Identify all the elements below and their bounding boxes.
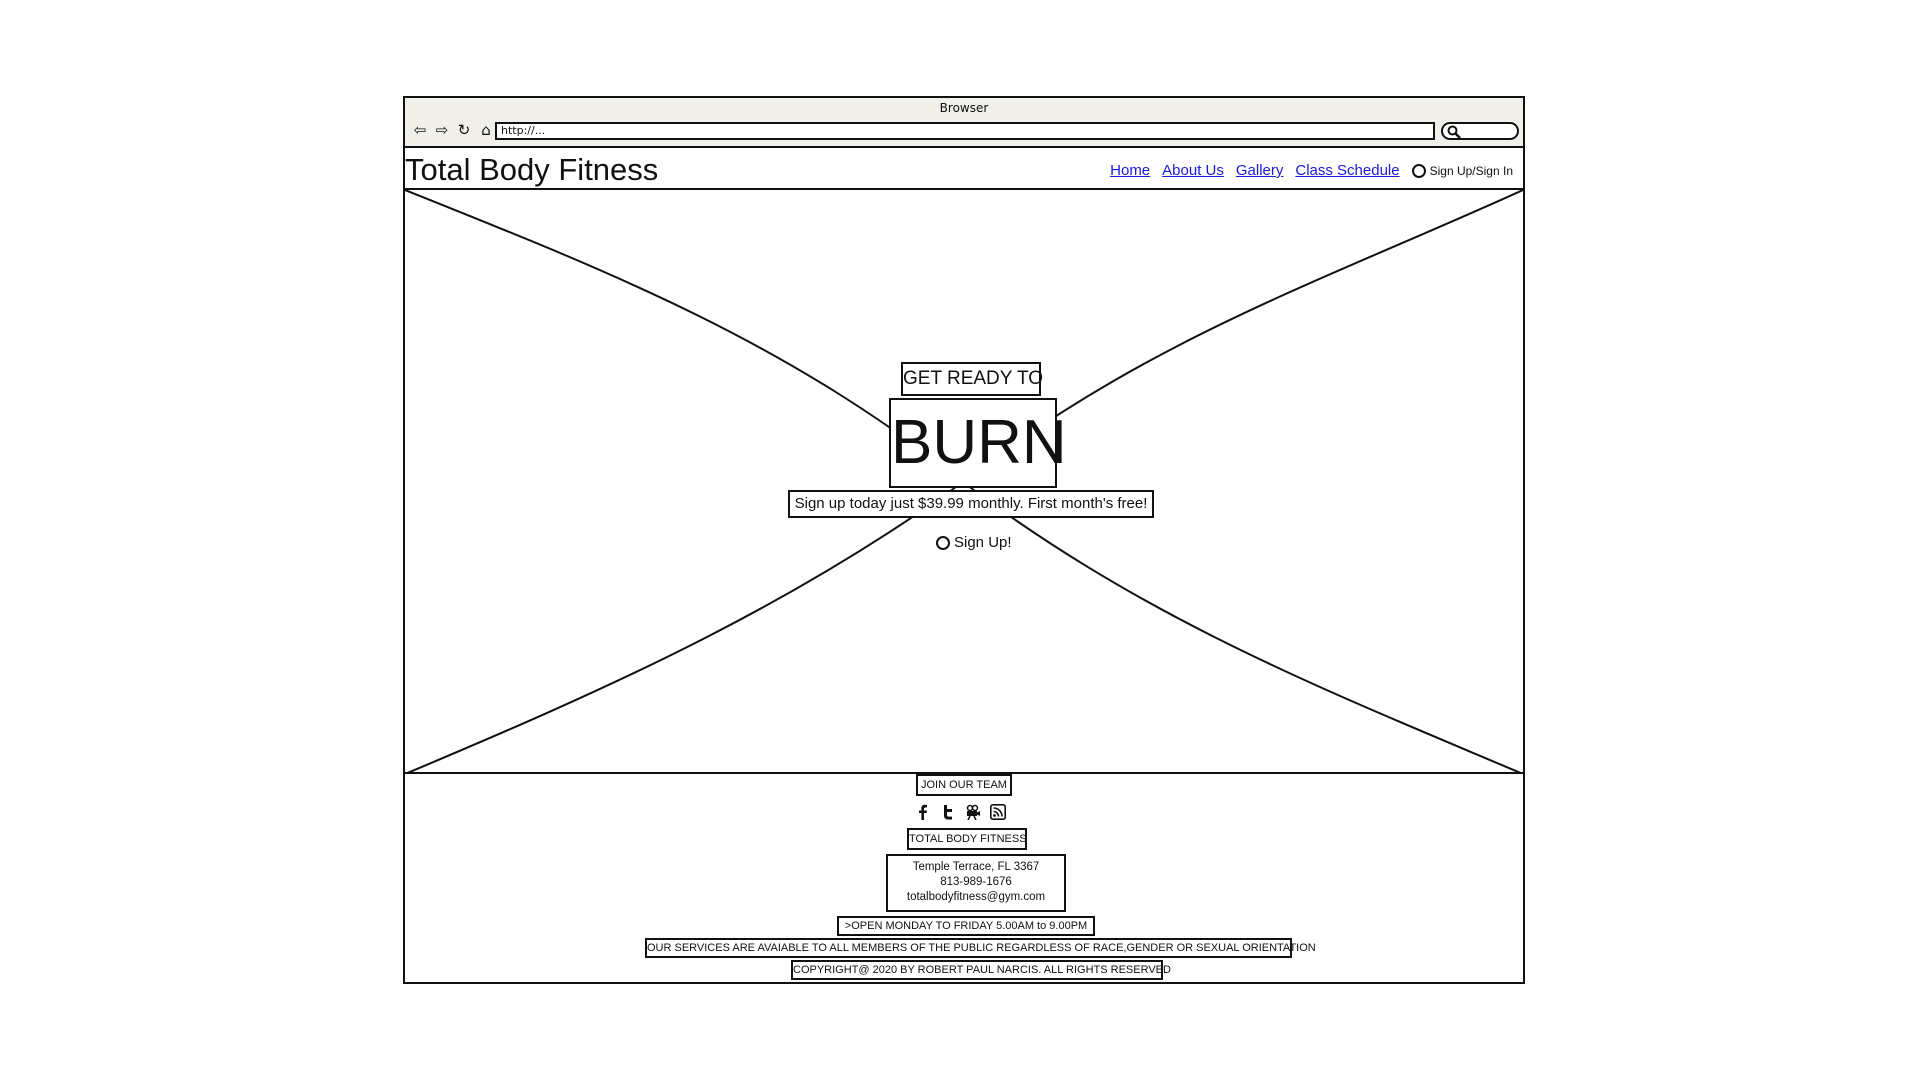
nav-link-class-schedule[interactable]: Class Schedule bbox=[1295, 162, 1399, 179]
hero-promo-text: Sign up today just $39.99 monthly. First… bbox=[788, 490, 1154, 518]
site-header: Total Body Fitness Home About Us Gallery… bbox=[405, 148, 1523, 190]
nav-link-home[interactable]: Home bbox=[1110, 162, 1150, 179]
site-title[interactable]: Total Body Fitness bbox=[405, 152, 658, 188]
rss-icon[interactable] bbox=[990, 804, 1006, 820]
browser-nav-buttons: ⇦ ⇨ ↻ ⌂ bbox=[411, 121, 495, 139]
hero-signup-button[interactable]: Sign Up! bbox=[933, 532, 1015, 553]
home-icon[interactable]: ⌂ bbox=[477, 121, 495, 139]
facebook-icon[interactable] bbox=[915, 804, 931, 820]
address-bar[interactable]: http://... bbox=[495, 122, 1435, 140]
browser-chrome: Browser ⇦ ⇨ ↻ ⌂ http://... bbox=[405, 98, 1523, 148]
signup-signin-link[interactable]: Sign Up/Sign In bbox=[1411, 163, 1513, 178]
footer-company-name: TOTAL BODY FITNESS bbox=[907, 828, 1027, 850]
browser-search-field[interactable] bbox=[1441, 122, 1519, 140]
hero-banner: GET READY TO BURN Sign up today just $39… bbox=[405, 190, 1523, 774]
signup-signin-label: Sign Up/Sign In bbox=[1429, 163, 1513, 178]
main-nav: Home About Us Gallery Class Schedule Sig… bbox=[1110, 162, 1513, 179]
footer-contact-block: Temple Terrace, FL 3367 813-989-1676 tot… bbox=[886, 854, 1066, 912]
footer-copyright: COPYRIGHT@ 2020 BY ROBERT PAUL NARCIS. A… bbox=[791, 960, 1171, 980]
join-our-team-button[interactable]: JOIN OUR TEAM bbox=[916, 774, 1012, 796]
social-links bbox=[915, 804, 1006, 820]
hero-signup-label: Sign Up! bbox=[954, 534, 1012, 551]
browser-window: Browser ⇦ ⇨ ↻ ⌂ http://... Total Body Fi… bbox=[403, 96, 1525, 984]
radio-circle-icon bbox=[1411, 163, 1426, 178]
footer-phone: 813-989-1676 bbox=[940, 876, 1012, 888]
footer-hours: >OPEN MONDAY TO FRIDAY 5.00AM to 9.00PM bbox=[837, 916, 1095, 936]
back-arrow-icon[interactable]: ⇦ bbox=[411, 121, 429, 139]
nav-link-gallery[interactable]: Gallery bbox=[1236, 162, 1284, 179]
twitter-icon[interactable] bbox=[940, 804, 956, 820]
site-footer: JOIN OUR TEAM TOTAL BODY FITNESS Temple … bbox=[405, 774, 1523, 982]
hero-headline: BURN bbox=[889, 398, 1067, 488]
footer-email[interactable]: totalbodyfitness@gym.com bbox=[888, 890, 1064, 905]
footer-services-notice: OUR SERVICES ARE AVAIABLE TO ALL MEMBERS… bbox=[645, 938, 1316, 958]
search-icon bbox=[1447, 125, 1461, 139]
forward-arrow-icon[interactable]: ⇨ bbox=[433, 121, 451, 139]
nav-link-about-us[interactable]: About Us bbox=[1162, 162, 1224, 179]
hero-kicker: GET READY TO bbox=[901, 362, 1043, 396]
window-title: Browser bbox=[939, 101, 989, 115]
radio-circle-icon bbox=[936, 535, 950, 550]
footer-address: Temple Terrace, FL 3367 bbox=[912, 861, 1040, 873]
video-icon[interactable] bbox=[965, 804, 981, 820]
reload-icon[interactable]: ↻ bbox=[455, 121, 473, 139]
